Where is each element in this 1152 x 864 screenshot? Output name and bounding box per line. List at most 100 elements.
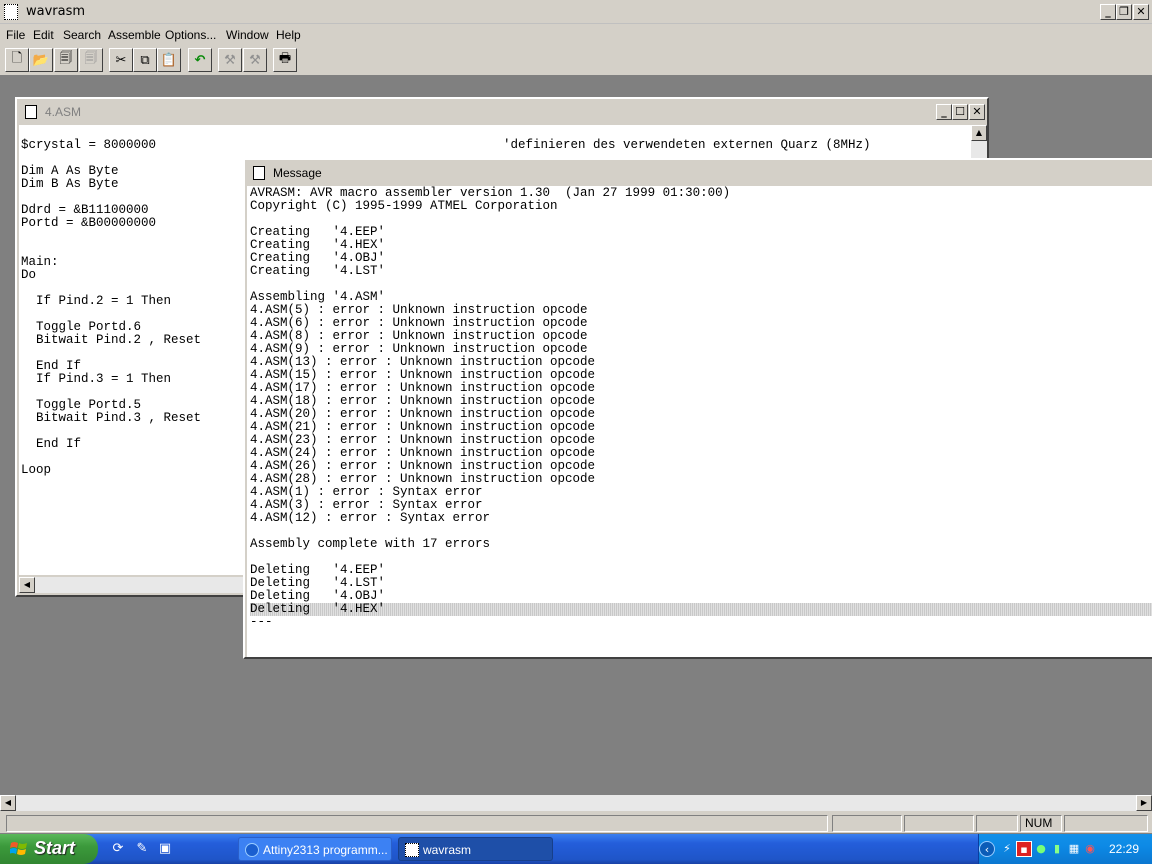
editor-minimize-button[interactable]: _ (936, 104, 952, 120)
show-desktop-icon[interactable]: ▣ (157, 841, 173, 857)
message-line[interactable]: Creating '4.EEP' (250, 226, 1152, 239)
assemble-all-button[interactable]: ⚒ (243, 48, 267, 72)
message-line[interactable] (250, 551, 1152, 564)
status-pane-caps (976, 815, 1018, 832)
print-button[interactable]: 🖶 (273, 48, 297, 72)
message-line[interactable] (250, 213, 1152, 226)
save-all-button[interactable]: 🗐 (79, 48, 103, 72)
editor-comment-text: 'definieren des verwendeten externen Qua… (503, 138, 871, 152)
tray-device-icon[interactable]: ▮ (1049, 841, 1065, 857)
paste-button[interactable]: 📋 (157, 48, 181, 72)
app-title: wavrasm (26, 4, 86, 19)
tray-app-icon[interactable]: ▪ (1016, 841, 1032, 857)
cut-icon: ✂ (115, 52, 127, 68)
minimize-button[interactable]: _ (1100, 4, 1116, 20)
start-label: Start (34, 838, 76, 858)
save-all-icon: 🗐 (84, 51, 98, 66)
app-icon[interactable] (4, 4, 18, 20)
undo-icon: ↶ (194, 52, 206, 68)
editor-code-text: $crystal = 8000000 Dim A As Byte Dim B A… (21, 138, 202, 477)
message-window[interactable]: Message AVRASM: AVR macro assembler vers… (243, 158, 1152, 659)
taskbar-item-wavrasm[interactable]: wavrasm (398, 837, 553, 861)
new-icon: 🗋 (11, 51, 23, 66)
menu-search[interactable]: Search (63, 28, 101, 42)
tray-monitor-icon[interactable]: ▦ (1066, 841, 1082, 857)
document-icon (25, 105, 37, 119)
wavrasm-icon (405, 843, 419, 857)
taskbar-item-label: wavrasm (423, 843, 472, 857)
status-bar: NUM (0, 811, 1152, 833)
message-line[interactable] (250, 278, 1152, 291)
menu-window[interactable]: Window (226, 28, 269, 42)
status-pane-extra (1064, 815, 1148, 832)
taskbar-item-label: Attiny2313 programm... (263, 843, 388, 857)
toolbar: 🗋 📂 🗐 🗐 ✂ ⧉ 📋 ↶ ⚒ ⚒ 🖶 (0, 44, 1152, 76)
message-line[interactable]: --- (250, 616, 1152, 629)
close-button[interactable]: ✕ (1133, 4, 1149, 20)
paste-icon: 📋 (160, 52, 178, 68)
open-button[interactable]: 📂 (29, 48, 53, 72)
message-line[interactable]: Assembly complete with 17 errors (250, 538, 1152, 551)
message-line[interactable]: Deleting '4.OBJ' (250, 590, 1152, 603)
message-line[interactable]: Deleting '4.EEP' (250, 564, 1152, 577)
assemble-button[interactable]: ⚒ (218, 48, 242, 72)
taskbar: Start ⟳ ✎ ▣ Attiny2313 programm... wavra… (0, 834, 1152, 864)
system-tray: ‹ ⚡ ▪ ● ▮ ▦ ◉ 22:29 (978, 834, 1152, 864)
status-pane-message (6, 815, 828, 832)
menu-file[interactable]: File (6, 28, 25, 42)
browser-icon (245, 843, 259, 857)
message-line[interactable]: Creating '4.HEX' (250, 239, 1152, 252)
scroll-right-icon[interactable]: ▶ (1136, 795, 1152, 811)
windows-logo-icon (10, 842, 27, 855)
tray-network-icon[interactable]: ⚡ (999, 841, 1015, 857)
restore-button[interactable]: ❐ (1116, 4, 1132, 20)
tray-security-icon[interactable]: ◉ (1082, 841, 1098, 857)
message-title: Message (273, 166, 322, 180)
menu-bar: File Edit Search Assemble Options... Win… (0, 24, 1152, 44)
save-button[interactable]: 🗐 (54, 48, 78, 72)
copy-icon: ⧉ (140, 52, 150, 68)
message-line[interactable]: Creating '4.OBJ' (250, 252, 1152, 265)
tray-user-icon[interactable]: ● (1033, 841, 1049, 857)
assemble-icon: ⚒ (224, 52, 236, 68)
new-button[interactable]: 🗋 (5, 48, 29, 72)
menu-help[interactable]: Help (276, 28, 301, 42)
assemble-all-icon: ⚒ (249, 52, 261, 68)
menu-assemble[interactable]: Assemble (108, 28, 161, 42)
quick-launch-icon[interactable]: ✎ (134, 841, 150, 857)
copy-button[interactable]: ⧉ (133, 48, 157, 72)
document-icon (253, 166, 265, 180)
editor-maximize-button[interactable]: ☐ (952, 104, 968, 120)
app-title-bar: wavrasm _ ❐ ✕ (0, 0, 1152, 24)
editor-close-button[interactable]: ✕ (969, 104, 985, 120)
taskbar-item-attiny[interactable]: Attiny2313 programm... (238, 837, 392, 861)
editor-title: 4.ASM (45, 105, 82, 119)
editor-title-bar[interactable]: 4.ASM _ ☐ ✕ (17, 99, 987, 125)
print-icon: 🖶 (278, 51, 292, 66)
scroll-left-icon[interactable]: ◀ (19, 577, 35, 593)
num-lock-indicator: NUM (1020, 815, 1062, 832)
message-list: AVRASM: AVR macro assembler version 1.30… (250, 187, 1152, 629)
menu-edit[interactable]: Edit (33, 28, 54, 42)
cut-button[interactable]: ✂ (109, 48, 133, 72)
menu-options[interactable]: Options... (165, 28, 216, 42)
status-pane-position (832, 815, 902, 832)
message-line[interactable]: 4.ASM(12) : error : Syntax error (250, 512, 1152, 525)
message-line[interactable]: Deleting '4.HEX' (250, 603, 1152, 616)
message-title-bar[interactable]: Message (245, 160, 1152, 186)
start-button[interactable]: Start (0, 834, 98, 864)
open-icon: 📂 (32, 52, 50, 68)
message-line[interactable]: Creating '4.LST' (250, 265, 1152, 278)
save-icon: 🗐 (59, 51, 73, 66)
quick-launch-icon[interactable]: ⟳ (110, 841, 126, 857)
undo-button[interactable]: ↶ (188, 48, 212, 72)
tray-expand-icon[interactable]: ‹ (979, 841, 995, 857)
clock: 22:29 (1109, 842, 1140, 856)
message-output[interactable]: AVRASM: AVR macro assembler version 1.30… (247, 186, 1152, 657)
message-line[interactable]: Deleting '4.LST' (250, 577, 1152, 590)
scroll-left-icon[interactable]: ◀ (0, 795, 16, 811)
main-horizontal-scrollbar[interactable]: ◀ ▶ (0, 795, 1152, 811)
scroll-up-icon[interactable]: ▲ (971, 125, 987, 141)
status-pane-mode (904, 815, 974, 832)
message-line[interactable]: Copyright (C) 1995-1999 ATMEL Corporatio… (250, 200, 1152, 213)
